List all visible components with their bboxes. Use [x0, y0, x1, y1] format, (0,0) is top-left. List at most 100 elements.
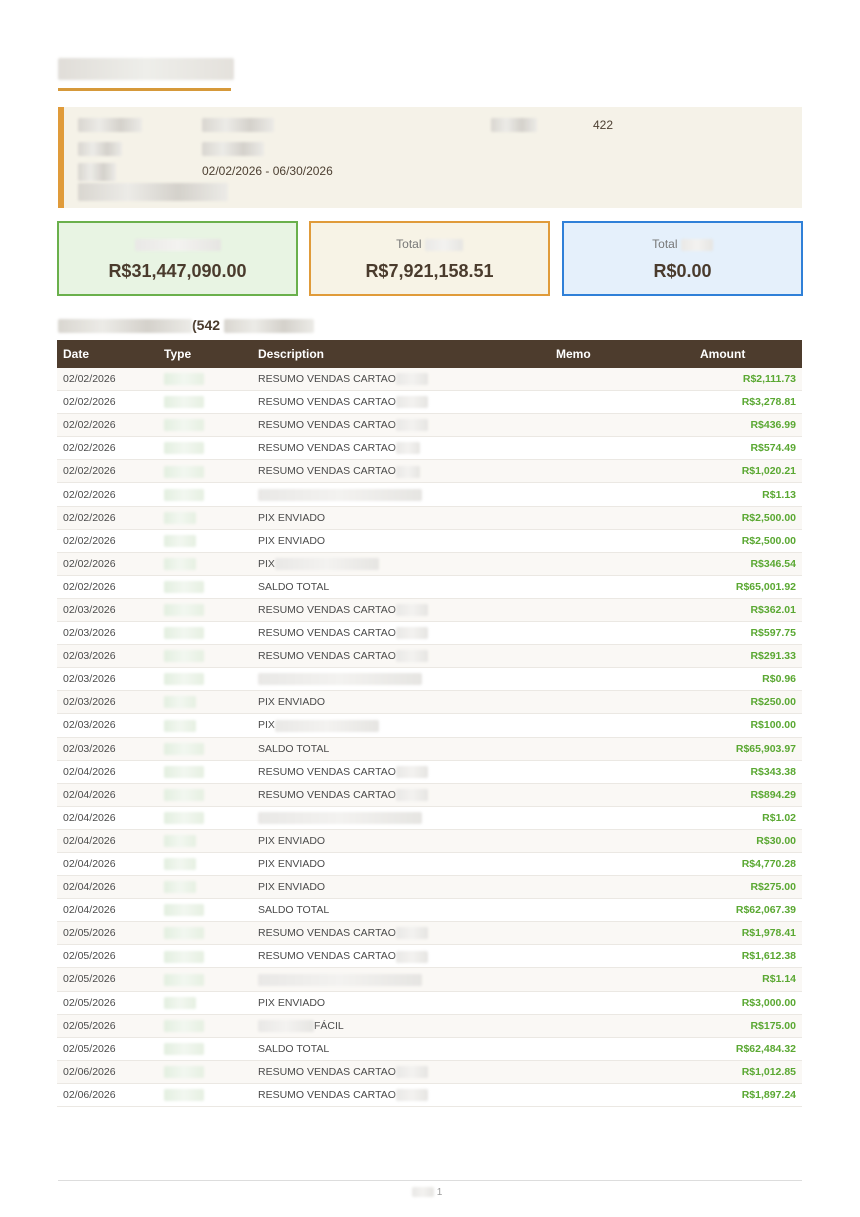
table-row[interactable]: 02/02/2026 RESUMO VENDAS CARTAO R$436.99 [57, 413, 802, 438]
table-row[interactable]: 02/02/2026 PIX ENVIADO R$2,500.00 [57, 529, 802, 553]
column-header-date[interactable]: Date [57, 340, 158, 368]
cell-description: PIX ENVIADO [252, 875, 550, 900]
table-row[interactable]: 02/03/2026 RESUMO VENDAS CARTAO R$597.75 [57, 621, 802, 646]
cell-amount: R$1,012.85 [694, 1060, 802, 1084]
cell-memo [550, 482, 694, 507]
description-text: SALDO TOTAL [258, 904, 330, 917]
column-header-amount[interactable]: Amount [694, 340, 802, 368]
redacted-type [164, 627, 204, 640]
cell-description: FÁCIL [252, 1014, 550, 1038]
table-row[interactable]: 02/02/2026 PIX R$346.54 [57, 552, 802, 576]
cell-description: RESUMO VENDAS CARTAO [252, 644, 550, 669]
column-header-memo[interactable]: Memo [550, 340, 694, 368]
redacted-description [395, 465, 420, 478]
redacted-type [164, 511, 196, 524]
description-text: RESUMO VENDAS CARTAO [258, 603, 396, 616]
cell-type [158, 506, 252, 530]
redacted-type [164, 788, 204, 801]
table-row[interactable]: 02/05/2026 R$1.14 [57, 967, 802, 992]
table-row[interactable]: 02/06/2026 RESUMO VENDAS CARTAO R$1,012.85 [57, 1060, 802, 1084]
table-row[interactable]: 02/02/2026 RESUMO VENDAS CARTAO R$574.49 [57, 436, 802, 461]
table-row[interactable]: 02/03/2026 R$0.96 [57, 667, 802, 692]
table-row[interactable]: 02/02/2026 RESUMO VENDAS CARTAO R$2,111.73 [57, 368, 802, 392]
table-row[interactable]: 02/02/2026 RESUMO VENDAS CARTAO R$3,278.81 [57, 390, 802, 415]
redacted-type [164, 881, 196, 894]
card-label: Total [311, 237, 548, 251]
transactions-heading: (542 [58, 317, 314, 334]
cell-memo [550, 967, 694, 992]
description-text: RESUMO VENDAS CARTAO [258, 626, 396, 639]
table-row[interactable]: 02/03/2026 SALDO TOTAL R$65,903.97 [57, 737, 802, 761]
table-row[interactable]: 02/02/2026 R$1.13 [57, 482, 802, 507]
redacted-type [164, 765, 204, 778]
table-row[interactable]: 02/04/2026 SALDO TOTAL R$62,067.39 [57, 898, 802, 923]
description-text: PIX ENVIADO [258, 996, 326, 1009]
cell-description: PIX ENVIADO [252, 852, 550, 877]
cell-amount: R$362.01 [694, 598, 802, 623]
cell-description: RESUMO VENDAS CARTAO [252, 413, 550, 438]
description-text: PIX ENVIADO [258, 881, 326, 894]
table-row[interactable]: 02/02/2026 PIX ENVIADO R$2,500.00 [57, 506, 802, 530]
table-row[interactable]: 02/05/2026 RESUMO VENDAS CARTAO R$1,612.38 [57, 944, 802, 969]
cell-memo [550, 737, 694, 761]
description-text: RESUMO VENDAS CARTAO [258, 1088, 396, 1101]
table-row[interactable]: 02/05/2026 FÁCIL R$175.00 [57, 1014, 802, 1038]
redacted-description [258, 811, 422, 824]
cell-amount: R$3,000.00 [694, 991, 802, 1015]
cell-date: 02/02/2026 [57, 413, 158, 438]
table-row[interactable]: 02/02/2026 RESUMO VENDAS CARTAO R$1,020.21 [57, 459, 802, 484]
cell-memo [550, 621, 694, 646]
redacted-type [164, 604, 204, 617]
cell-type [158, 459, 252, 484]
table-row[interactable]: 02/04/2026 R$1.02 [57, 806, 802, 830]
cell-description: SALDO TOTAL [252, 1037, 550, 1061]
redacted-description [395, 1089, 428, 1102]
column-header-description[interactable]: Description [252, 340, 550, 368]
description-text: RESUMO VENDAS CARTAO [258, 465, 396, 478]
redacted-description [395, 950, 428, 963]
cell-description: RESUMO VENDAS CARTAO [252, 783, 550, 807]
table-row[interactable]: 02/03/2026 PIX ENVIADO R$250.00 [57, 690, 802, 715]
redacted-description [395, 927, 428, 940]
cell-date: 02/05/2026 [57, 1014, 158, 1038]
description-text: RESUMO VENDAS CARTAO [258, 396, 396, 409]
redacted-description [274, 719, 379, 732]
cell-type [158, 644, 252, 669]
cell-amount: R$62,067.39 [694, 898, 802, 923]
table-row[interactable]: 02/06/2026 RESUMO VENDAS CARTAO R$1,897.24 [57, 1083, 802, 1108]
table-row[interactable]: 02/05/2026 RESUMO VENDAS CARTAO R$1,978.41 [57, 921, 802, 946]
cell-description: RESUMO VENDAS CARTAO [252, 436, 550, 461]
cell-type [158, 690, 252, 715]
redacted-type [164, 465, 204, 478]
redacted-type [164, 396, 204, 409]
cell-date: 02/03/2026 [57, 644, 158, 669]
cell-type [158, 991, 252, 1015]
cell-type [158, 806, 252, 830]
redacted-description [395, 373, 428, 386]
cell-type [158, 967, 252, 992]
cell-date: 02/04/2026 [57, 875, 158, 900]
table-row[interactable]: 02/04/2026 PIX ENVIADO R$275.00 [57, 875, 802, 900]
table-row[interactable]: 02/05/2026 PIX ENVIADO R$3,000.00 [57, 991, 802, 1015]
table-row[interactable]: 02/05/2026 SALDO TOTAL R$62,484.32 [57, 1037, 802, 1061]
cell-date: 02/02/2026 [57, 459, 158, 484]
table-row[interactable]: 02/02/2026 SALDO TOTAL R$65,001.92 [57, 575, 802, 599]
cell-type [158, 436, 252, 461]
cell-date: 02/03/2026 [57, 713, 158, 738]
cell-description: RESUMO VENDAS CARTAO [252, 621, 550, 646]
cell-memo [550, 713, 694, 738]
report-title [58, 58, 234, 80]
table-row[interactable]: 02/04/2026 PIX ENVIADO R$4,770.28 [57, 852, 802, 877]
table-row[interactable]: 02/03/2026 PIX R$100.00 [57, 713, 802, 738]
description-text: FÁCIL [314, 1019, 344, 1032]
table-row[interactable]: 02/04/2026 PIX ENVIADO R$30.00 [57, 829, 802, 853]
cell-memo [550, 644, 694, 669]
table-row[interactable]: 02/03/2026 RESUMO VENDAS CARTAO R$362.01 [57, 598, 802, 623]
table-row[interactable]: 02/04/2026 RESUMO VENDAS CARTAO R$894.29 [57, 783, 802, 807]
redacted-label [78, 163, 116, 181]
cell-date: 02/03/2026 [57, 598, 158, 623]
table-row[interactable]: 02/03/2026 RESUMO VENDAS CARTAO R$291.33 [57, 644, 802, 669]
table-row[interactable]: 02/04/2026 RESUMO VENDAS CARTAO R$343.38 [57, 760, 802, 784]
column-header-type[interactable]: Type [158, 340, 252, 368]
cell-type [158, 1083, 252, 1108]
